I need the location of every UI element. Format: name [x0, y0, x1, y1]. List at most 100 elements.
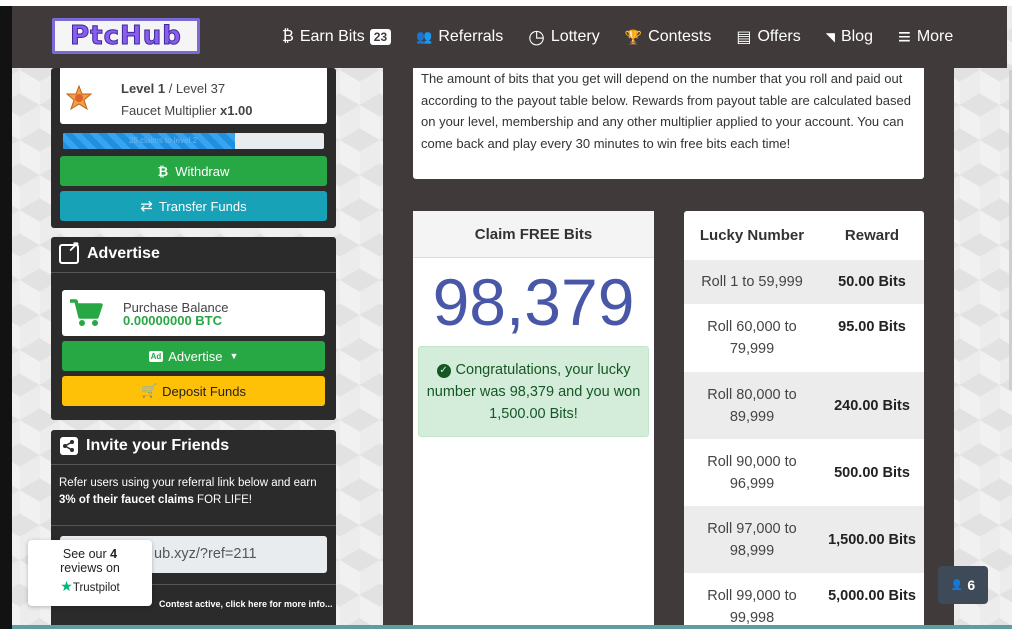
window-edge [0, 0, 12, 629]
divider [51, 525, 336, 526]
payout-table: Lucky Number Reward Roll 1 to 59,999 50.… [684, 211, 924, 629]
success-alert: ✓ Congratulations, your lucky number was … [418, 346, 649, 437]
multiplier-label: Faucet Multiplier [121, 103, 220, 118]
level-text: Level 1 / Level 37 [121, 81, 225, 96]
table-row: Roll 1 to 59,999 50.00 Bits [684, 260, 924, 304]
bitcoin-icon: ₿ [282, 28, 294, 45]
online-users-count: 6 [967, 577, 976, 593]
contest-link[interactable]: Contest active, click here for more info… [159, 599, 333, 609]
success-alert-text: Congratulations, your lucky number was 9… [426, 362, 641, 422]
row-reward: 5,000.00 Bits [828, 588, 916, 604]
row-range: Roll 1 to 59,999 [701, 274, 803, 290]
advertise-header: ↗ Advertise [59, 240, 160, 264]
divider [51, 272, 336, 273]
row-range: Roll 90,000 to 96,999 [707, 453, 797, 492]
exchange-icon: ⇄ [140, 198, 153, 215]
trustpilot-text: See our 4 [28, 547, 152, 561]
row-reward: 95.00 Bits [838, 319, 906, 335]
claim-card: Claim FREE Bits 98,379 ✓ Congratulations,… [413, 211, 654, 629]
trustpilot-brand: ★Trustpilot [28, 579, 152, 595]
transfer-label: Transfer Funds [158, 198, 247, 214]
nav-earn-bits-label: Earn Bits [299, 28, 365, 45]
nav-blog[interactable]: ◥ Blog [826, 28, 873, 46]
row-range: Roll 60,000 to 79,999 [707, 319, 797, 357]
nav-blog-label: Blog [840, 28, 873, 45]
col-reward: Reward [844, 227, 900, 244]
cart-icon [70, 299, 103, 326]
withdraw-label: Withdraw [175, 163, 230, 179]
row-reward: 240.00 Bits [834, 397, 910, 414]
share-icon [60, 437, 78, 455]
multiplier-value: x1.00 [219, 103, 253, 118]
ad-icon: Ad [148, 350, 164, 362]
table-row: Roll 60,000 to 79,999 95.00 Bits [684, 304, 924, 372]
user-icon: 👤 [950, 579, 964, 591]
advertise-dropdown-button[interactable]: Ad Advertise ▼ [62, 341, 325, 371]
purchase-balance-value: 0.00000000 BTC [123, 313, 223, 328]
users-icon: 👥 [416, 29, 433, 44]
level-current: Level 1 [121, 81, 166, 96]
table-row: Roll 80,000 to 89,999 240.00 Bits [684, 372, 924, 439]
table-row: Roll 90,000 to 96,999 500.00 Bits [684, 439, 924, 506]
purchase-balance-card: Purchase Balance 0.00000000 BTC [62, 290, 325, 336]
advertise-panel: ↗ Advertise Purchase Balance 0.00000000 … [51, 237, 336, 420]
table-row: Roll 97,000 to 98,999 1,500.00 Bits [684, 506, 924, 573]
claim-header: Claim FREE Bits [413, 211, 654, 258]
nav-earn-bits[interactable]: ₿ Earn Bits 23 [282, 28, 392, 46]
col-lucky-number: Lucky Number [699, 227, 805, 244]
lucky-number: 98,379 [432, 265, 635, 339]
rss-icon: ◥ [825, 30, 835, 44]
row-range: Roll 80,000 to 89,999 [707, 386, 797, 425]
row-reward: 1,500.00 Bits [828, 531, 916, 548]
bottom-bar [12, 625, 1012, 629]
row-reward: 50.00 Bits [838, 274, 906, 290]
referral-link-text: ub.xyz/?ref=211 [154, 546, 257, 562]
transfer-funds-button[interactable]: ⇄ Transfer Funds [60, 191, 327, 221]
nav-contests[interactable]: 🏆 Contests [625, 28, 712, 46]
withdraw-button[interactable]: ₿ Withdraw [60, 156, 327, 186]
online-users-button[interactable]: 👤 6 [938, 566, 988, 604]
level-progress-text: 25 claims to level 2 [128, 136, 198, 145]
level-max: / Level 37 [165, 81, 226, 96]
divider [51, 464, 336, 465]
cart-icon: 🛒 [140, 383, 158, 398]
row-reward: 500.00 Bits [834, 464, 910, 481]
logo[interactable]: PtcHub [52, 18, 200, 54]
nav-offers[interactable]: ▤ Offers [736, 27, 800, 47]
table-row: Roll 99,000 to 99,998 5,000.00 Bits [684, 573, 924, 629]
check-circle-icon: ✓ [436, 364, 451, 378]
clock-icon: ◷ [528, 26, 545, 48]
invite-header: Invite your Friends [60, 437, 229, 455]
bitcoin-icon: ₿ [157, 163, 169, 179]
nav-referrals[interactable]: 👥 Referrals [416, 28, 503, 46]
nav-more[interactable]: ≡ More [898, 24, 953, 50]
earn-bits-badge: 23 [369, 29, 392, 45]
row-range: Roll 99,000 to 99,998 [707, 588, 797, 626]
trophy-icon: 🏆 [624, 28, 643, 45]
navbar: PtcHub ₿ Earn Bits 23 👥 Referrals ◷ Lott… [12, 6, 1007, 68]
menu-icon: ≡ [897, 24, 911, 49]
invite-description: Refer users using your referral link bel… [59, 475, 329, 509]
level-panel: Level 1 / Level 37 Faucet Multiplier x1.… [51, 68, 336, 228]
nav-menu: ₿ Earn Bits 23 👥 Referrals ◷ Lottery 🏆 C… [282, 6, 978, 68]
nav-more-label: More [916, 28, 954, 45]
nav-lottery-label: Lottery [550, 28, 600, 45]
invite-text-end: FOR LIFE! [193, 494, 253, 506]
nav-offers-label: Offers [757, 28, 801, 45]
deposit-funds-button[interactable]: 🛒 Deposit Funds [62, 376, 325, 406]
level-card: Level 1 / Level 37 Faucet Multiplier x1.… [60, 68, 327, 124]
invite-text: Refer users using your referral link bel… [59, 477, 317, 489]
trustpilot-line2: reviews on [60, 561, 120, 575]
logo-text: PtcHub [70, 21, 182, 52]
nav-referrals-label: Referrals [438, 28, 504, 45]
trustpilot-widget[interactable]: See our 4 reviews on ★Trustpilot [28, 540, 152, 606]
external-link-icon: ↗ [59, 240, 80, 264]
invite-text-bold: 3% of their faucet claims [59, 494, 194, 506]
payout-table-header: Lucky Number Reward [684, 211, 924, 260]
trustpilot-brand-text: Trustpilot [72, 582, 120, 594]
trustpilot-line1: See our [62, 547, 111, 561]
info-text: The amount of bits that you get will dep… [421, 71, 911, 151]
deposit-label: Deposit Funds [162, 383, 246, 399]
level-progress: 25 claims to level 2 [63, 133, 324, 149]
nav-lottery[interactable]: ◷ Lottery [528, 26, 600, 49]
